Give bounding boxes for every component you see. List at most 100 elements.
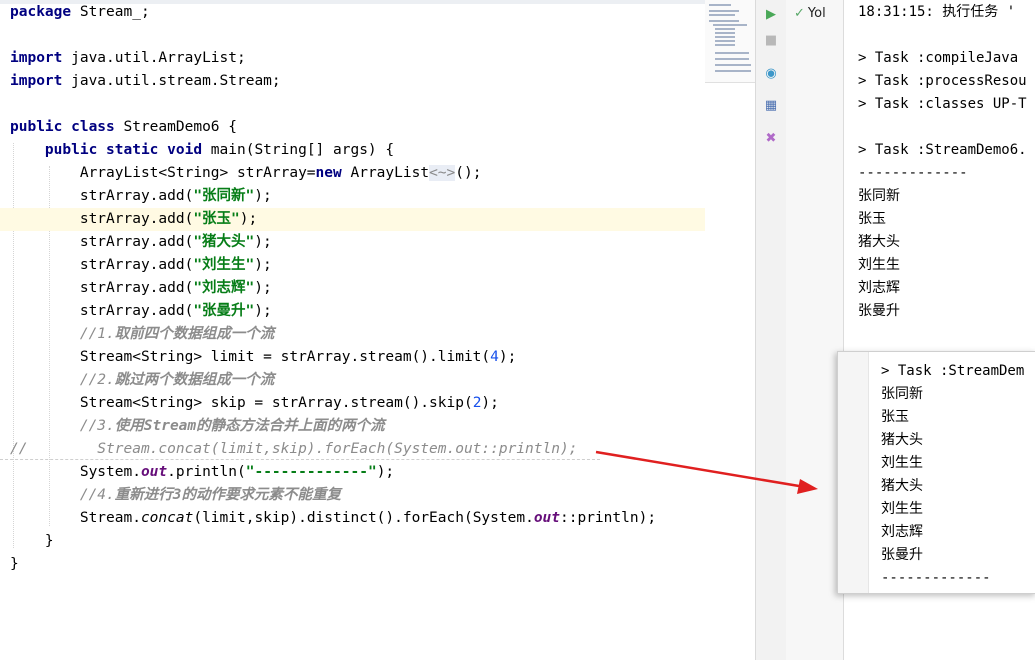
minimap-line (715, 40, 735, 42)
minimap-line (715, 28, 735, 30)
code-token: strArray.add( (10, 303, 194, 319)
console-line: > Task :compileJava (858, 50, 1019, 66)
popup-line: ------------- (881, 570, 991, 586)
code-line[interactable]: } (0, 530, 705, 553)
code-token: ); (376, 464, 395, 480)
code-token: public class (10, 119, 115, 135)
console-line: > Task :processResou (858, 73, 1027, 89)
console-line: 张曼升 (858, 303, 900, 319)
code-token: (limit,skip).distinct().forEach(System. (193, 510, 534, 526)
popup-line: 张玉 (881, 409, 909, 425)
code-line[interactable]: //1.取前四个数据组成一个流 (0, 323, 705, 346)
code-line[interactable]: strArray.add("刘志辉"); (0, 277, 705, 300)
code-token: 使用Stream的静态方法合并上面的两个流 (114, 418, 385, 434)
code-token: strArray.add( (10, 234, 194, 250)
popup-line: 张曼升 (881, 547, 923, 563)
output-zoom-popup: > Task :StreamDem 张同新 张玉 猪大头 刘生生 猪大头 刘生生 刘志辉 张曼升… (837, 351, 1035, 594)
code-token: ); (239, 211, 258, 227)
code-line[interactable]: public static void main(String[] args) { (0, 139, 705, 162)
code-token: java.util.stream.Stream; (62, 73, 281, 89)
eye-icon[interactable]: ◉ (762, 65, 780, 83)
code-token: System. (10, 464, 141, 480)
popup-line: 张同新 (881, 386, 923, 402)
code-line[interactable]: //4.重新进行3的动作要求元素不能重复 (0, 484, 705, 507)
code-line[interactable] (0, 24, 705, 47)
code-line[interactable]: strArray.add("张同新"); (0, 185, 705, 208)
code-token: //2. (10, 372, 115, 388)
code-token: out (140, 464, 168, 480)
minimap-line (715, 70, 751, 72)
code-token: out (533, 510, 561, 526)
minimap-line (713, 24, 747, 26)
run-tree-panel: ✓ Yol (786, 0, 844, 660)
code-line[interactable]: //3.使用Stream的静态方法合并上面的两个流 (0, 415, 705, 438)
popup-line: > Task :StreamDem (881, 363, 1025, 379)
code-line[interactable]: ArrayList<String> strArray=new ArrayList… (0, 162, 705, 185)
minimap-line (715, 64, 751, 66)
code-token: strArray.add( (10, 211, 194, 227)
code-line[interactable]: import java.util.ArrayList; (0, 47, 705, 70)
code-line[interactable]: strArray.add("张玉"); (0, 208, 705, 231)
code-line[interactable]: Stream<String> skip = strArray.stream().… (0, 392, 705, 415)
console-line: 刘生生 (858, 257, 900, 273)
code-line[interactable]: strArray.add("猪大头"); (0, 231, 705, 254)
code-token: ); (254, 188, 272, 204)
console-line: 张玉 (858, 211, 886, 227)
code-editor[interactable]: package Stream_;import java.util.ArrayLi… (0, 0, 705, 660)
pin-icon[interactable]: ✖ (762, 130, 780, 148)
minimap-line (715, 44, 735, 46)
code-token: Stream<String> skip = strArray.stream().… (10, 395, 473, 411)
code-line[interactable]: import java.util.stream.Stream; (0, 70, 705, 93)
code-line[interactable]: Stream.concat(limit,skip).distinct().for… (0, 507, 705, 530)
code-line[interactable] (0, 93, 705, 116)
run-tree-item[interactable]: ✓ Yol (794, 6, 826, 21)
code-token: main(String[] args) { (202, 142, 395, 158)
check-icon: ✓ (794, 6, 805, 21)
code-token: new (315, 165, 342, 181)
code-token: "-------------" (245, 464, 377, 480)
code-token: <~> (429, 165, 456, 181)
code-token: 取前四个数据组成一个流 (114, 326, 275, 342)
code-token: //4. (10, 487, 115, 503)
code-token: (); (455, 165, 482, 181)
code-token: "张玉" (193, 211, 240, 227)
code-line[interactable]: //2.跳过两个数据组成一个流 (0, 369, 705, 392)
code-token: strArray.add( (10, 280, 194, 296)
code-line[interactable]: } (0, 553, 705, 576)
minimap-line (709, 20, 739, 22)
code-line[interactable]: // Stream.concat(limit,skip).forEach(Sys… (0, 438, 705, 461)
code-token: ); (254, 280, 272, 296)
code-token: ::println); (560, 510, 657, 526)
popup-gutter (838, 352, 869, 593)
code-token: 4 (490, 349, 499, 365)
code-line[interactable]: strArray.add("张曼升"); (0, 300, 705, 323)
code-token: strArray.add( (10, 257, 194, 273)
code-minimap[interactable] (705, 0, 755, 83)
run-icon[interactable]: ▶ (762, 6, 780, 24)
layout-icon[interactable]: ▦ (762, 97, 780, 115)
code-token: ); (481, 395, 499, 411)
code-line[interactable]: Stream<String> limit = strArray.stream()… (0, 346, 705, 369)
code-token: Stream<String> limit = strArray.stream()… (10, 349, 491, 365)
minimap-line (709, 10, 739, 12)
code-token: "猪大头" (193, 234, 255, 250)
console-line: > Task :classes UP-T (858, 96, 1027, 112)
code-line[interactable]: package Stream_; (0, 1, 705, 24)
code-line[interactable]: strArray.add("刘生生"); (0, 254, 705, 277)
code-token: Stream. (10, 510, 141, 526)
code-token: "张同新" (193, 188, 255, 204)
console-line: 张同新 (858, 188, 900, 204)
code-token: 跳过两个数据组成一个流 (114, 372, 275, 388)
minimap-line (709, 4, 731, 6)
popup-line: 刘生生 (881, 501, 923, 517)
popup-line: 刘生生 (881, 455, 923, 471)
popup-line: 猪大头 (881, 432, 923, 448)
code-token: // Stream.concat(limit,skip).forEach(Sys… (10, 441, 578, 457)
code-token: "刘生生" (193, 257, 255, 273)
popup-line: 刘志辉 (881, 524, 923, 540)
stop-icon[interactable]: ■ (762, 32, 780, 50)
code-token: import (10, 73, 63, 89)
code-line[interactable]: System.out.println("-------------"); (0, 461, 705, 484)
code-line[interactable]: public class StreamDemo6 { (0, 116, 705, 139)
